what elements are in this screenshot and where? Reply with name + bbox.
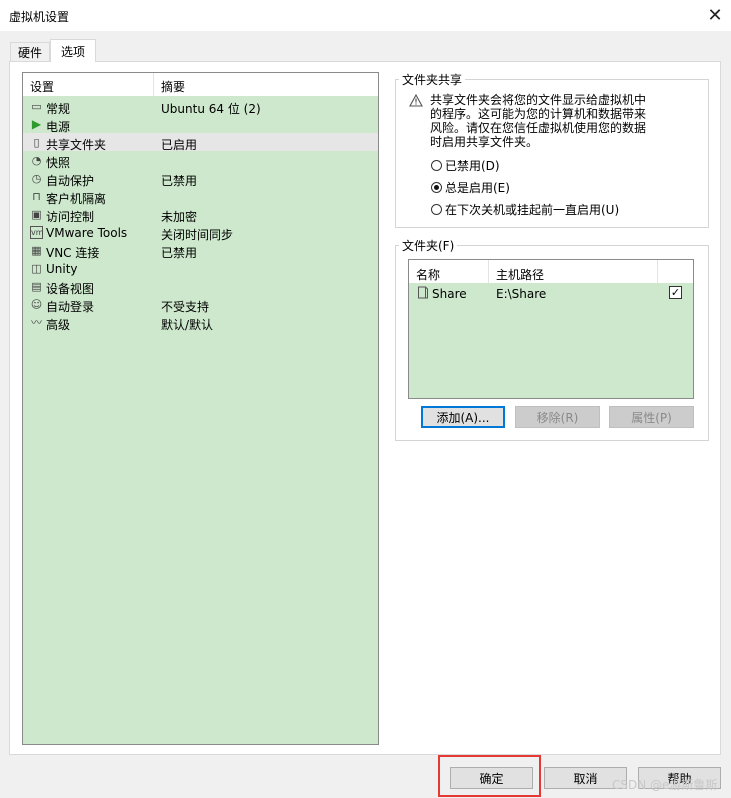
warning-line: 风险。请仅在您信任虚拟机使用您的数据 xyxy=(430,121,647,135)
setting-summary[interactable]: Ubuntu 64 位 (2) xyxy=(161,100,261,117)
folders-title: 文件夹(F) xyxy=(399,237,458,254)
setting-name[interactable]: 共享文件夹 xyxy=(46,136,106,153)
autologin-user-icon: ☺ xyxy=(30,298,43,311)
radio-label: 已禁用(D) xyxy=(445,159,500,173)
vnc-icon: ▦ xyxy=(31,244,42,257)
warning-triangle-icon xyxy=(409,93,423,107)
setting-name[interactable]: 访问控制 xyxy=(46,208,94,225)
radio-button[interactable] xyxy=(431,160,442,171)
column-header-name[interactable]: 名称 xyxy=(416,266,440,283)
folder-name: Share xyxy=(432,287,467,301)
setting-summary[interactable]: 已启用 xyxy=(161,136,197,153)
setting-name[interactable]: 自动登录 xyxy=(46,298,94,315)
device-view-icon: ▤ xyxy=(31,280,42,293)
remove-folder-button[interactable]: 移除(R) xyxy=(515,406,600,428)
column-header-summary[interactable]: 摘要 xyxy=(161,78,185,95)
folder-host-path: E:\Share xyxy=(496,287,547,301)
folder-sharing-title: 文件夹共享 xyxy=(399,71,466,88)
monitor-icon: ▭ xyxy=(31,100,42,113)
title-bar xyxy=(0,0,731,31)
setting-summary[interactable]: 已禁用 xyxy=(161,172,197,189)
warning-line: 共享文件夹会将您的文件显示给虚拟机中 xyxy=(430,93,647,107)
warning-line: 时启用共享文件夹。 xyxy=(430,135,539,149)
setting-summary[interactable]: 不受支持 xyxy=(161,298,209,315)
setting-summary[interactable]: 已禁用 xyxy=(161,244,197,261)
radio-button[interactable] xyxy=(431,204,442,215)
radio-until-poweroff[interactable]: 在下次关机或挂起前一直启用(U) xyxy=(431,201,619,218)
shared-folder-icon: ▯ xyxy=(33,136,40,149)
setting-name[interactable]: 电源 xyxy=(46,118,70,135)
tab-hardware[interactable]: 硬件 xyxy=(10,42,50,61)
folder-properties-button[interactable]: 属性(P) xyxy=(609,406,694,428)
setting-summary[interactable]: 关闭时间同步 xyxy=(161,226,233,243)
setting-name[interactable]: 设备视图 xyxy=(46,280,94,297)
ok-button-highlight-box xyxy=(438,755,541,797)
lock-icon: ⊓ xyxy=(32,190,41,203)
column-divider[interactable] xyxy=(657,260,658,283)
warning-line: 的程序。这可能为您的计算机和数据带来 xyxy=(430,107,647,121)
snapshot-icon: ◔ xyxy=(31,154,42,167)
radio-label: 总是启用(E) xyxy=(445,181,510,195)
folder-enabled-checkbox[interactable]: ✓ xyxy=(669,286,682,299)
setting-summary[interactable]: 默认/默认 xyxy=(161,316,213,333)
setting-name[interactable]: Unity xyxy=(46,262,78,276)
setting-name[interactable]: 常规 xyxy=(46,100,70,117)
folders-table-header xyxy=(409,260,693,283)
add-folder-button[interactable]: 添加(A)... xyxy=(421,406,505,428)
setting-name[interactable]: VNC 连接 xyxy=(46,244,99,261)
radio-button[interactable] xyxy=(431,182,442,193)
tab-options[interactable]: 选项 xyxy=(50,39,96,62)
unity-icon: ◫ xyxy=(31,262,42,275)
column-divider[interactable] xyxy=(153,73,154,96)
close-icon[interactable]: ✕ xyxy=(703,3,727,27)
setting-name[interactable]: 客户机隔离 xyxy=(46,190,106,207)
column-header-host-path[interactable]: 主机路径 xyxy=(496,266,544,283)
setting-name[interactable]: 高级 xyxy=(46,316,70,333)
setting-name[interactable]: VMware Tools xyxy=(46,226,127,240)
power-play-icon: ▶ xyxy=(31,117,42,131)
column-divider[interactable] xyxy=(488,260,489,283)
folder-share-icon xyxy=(416,286,429,299)
advanced-graph-icon: 〰 xyxy=(31,316,42,329)
radio-label: 在下次关机或挂起前一直启用(U) xyxy=(445,203,620,217)
setting-name[interactable]: 快照 xyxy=(46,154,70,171)
setting-name[interactable]: 自动保护 xyxy=(46,172,94,189)
setting-summary[interactable]: 未加密 xyxy=(161,208,197,225)
settings-list-header xyxy=(23,73,378,96)
window-title: 虚拟机设置 xyxy=(9,10,70,24)
autoprotect-clock-icon: ◷ xyxy=(31,172,42,185)
radio-always-enabled[interactable]: 总是启用(E) xyxy=(431,179,510,196)
vmware-tools-icon: vm xyxy=(30,226,44,239)
radio-disabled[interactable]: 已禁用(D) xyxy=(431,157,500,174)
sharing-warning-text: 共享文件夹会将您的文件显示给虚拟机中 的程序。这可能为您的计算机和数据带来 风险… xyxy=(430,93,650,149)
column-header-setting[interactable]: 设置 xyxy=(30,78,54,95)
watermark: CSDN @e游斯鲁斯 xyxy=(612,778,718,792)
access-control-icon: ▣ xyxy=(31,208,42,221)
